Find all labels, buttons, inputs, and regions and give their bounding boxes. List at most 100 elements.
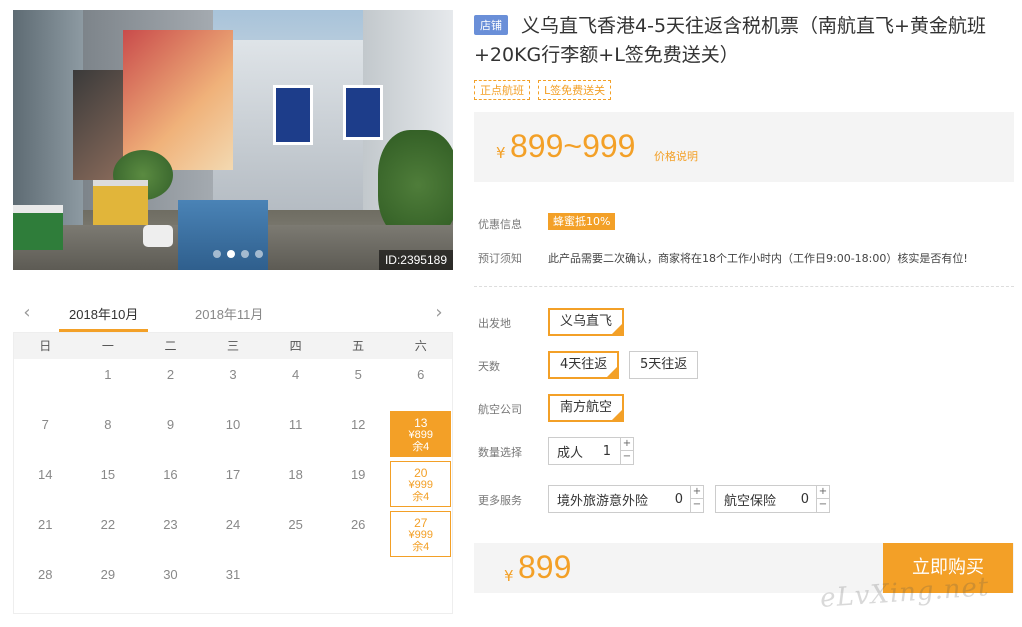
calendar-day[interactable]: 1 <box>77 359 140 409</box>
divider <box>474 286 1014 287</box>
calendar-day[interactable]: 3 <box>202 359 265 409</box>
total-amount: 899 <box>518 549 572 585</box>
calendar-day-price-box[interactable]: 27 ¥999 余4 <box>390 511 452 557</box>
tab-month-october[interactable]: 2018年10月 <box>59 304 149 332</box>
chevron-right-icon[interactable]: › <box>429 302 449 323</box>
calendar-day <box>14 359 77 409</box>
calendar-day[interactable]: 14 <box>14 459 77 509</box>
photo-tree <box>378 130 453 240</box>
service-quantity[interactable]: 0 <box>675 492 683 507</box>
airline-option[interactable]: 南方航空 <box>548 394 625 422</box>
calendar-day[interactable]: 23 <box>139 509 202 559</box>
calendar-day[interactable]: 11 <box>264 409 327 459</box>
day-price: ¥999 <box>408 479 433 491</box>
day-remaining: 余4 <box>412 441 430 453</box>
weekday-label: 三 <box>227 339 240 353</box>
departure-label: 出发地 <box>478 317 511 330</box>
calendar-day[interactable]: 9 <box>139 409 202 459</box>
airline-label: 航空公司 <box>478 403 522 416</box>
calendar-day[interactable]: 24 <box>202 509 265 559</box>
calendar-day[interactable]: 4 <box>264 359 327 409</box>
calendar-day[interactable]: 26 <box>327 509 390 559</box>
weekday-label: 六 <box>414 339 427 353</box>
plus-icon[interactable]: + <box>817 486 829 499</box>
calendar-row: 21 22 23 24 25 26 27 ¥999 余4 <box>14 509 452 559</box>
calendar-day[interactable]: 31 <box>202 559 265 609</box>
weekday-label: 日 <box>39 339 52 353</box>
plus-icon[interactable]: + <box>621 438 633 451</box>
calendar-day[interactable]: 30 <box>139 559 202 609</box>
carousel-dot[interactable] <box>241 250 249 258</box>
services-label: 更多服务 <box>478 494 522 507</box>
calendar-header: ‹ 2018年10月 2018年11月 › <box>13 296 453 332</box>
service-quantity[interactable]: 0 <box>801 492 809 507</box>
tab-month-november[interactable]: 2018年11月 <box>195 304 263 323</box>
day-remaining: 余4 <box>412 491 430 503</box>
departure-option[interactable]: 义乌直飞 <box>548 308 625 336</box>
photo-id-label: ID:2395189 <box>378 250 453 270</box>
price-box: ¥ 899~999 价格说明 <box>474 112 1014 182</box>
photo-sogo-sign <box>273 85 313 145</box>
plus-icon[interactable]: + <box>691 486 703 499</box>
calendar-day[interactable]: 16 <box>139 459 202 509</box>
price-explain-link[interactable]: 价格说明 <box>654 148 698 164</box>
calendar-day[interactable]: 12 <box>327 409 390 459</box>
product-title: 义乌直飞香港4-5天往返含税机票（南航直飞+黄金航班+20KG行李额+L签免费送… <box>474 15 986 66</box>
carousel-dots <box>213 250 263 258</box>
product-photo[interactable]: ID:2395189 <box>13 10 453 270</box>
quantity-label: 数量选择 <box>478 446 522 459</box>
photo-billboard <box>123 30 233 170</box>
discount-label: 优惠信息 <box>478 218 522 231</box>
days-option-5[interactable]: 5天往返 <box>629 351 699 379</box>
minus-icon[interactable]: − <box>621 451 633 464</box>
calendar-day[interactable]: 15 <box>77 459 140 509</box>
day-remaining: 余4 <box>412 541 430 553</box>
total-currency: ¥ <box>504 567 514 585</box>
quantity-stepper[interactable]: 成人 1 + − <box>548 437 634 465</box>
chevron-left-icon[interactable]: ‹ <box>17 302 37 323</box>
calendar-day[interactable]: 8 <box>77 409 140 459</box>
quantity-type: 成人 <box>557 445 584 461</box>
discount-badge: 蜂蜜抵10% <box>548 213 616 230</box>
calendar-day[interactable]: 29 <box>77 559 140 609</box>
calendar-day[interactable]: 18 <box>264 459 327 509</box>
calendar-day[interactable]: 10 <box>202 409 265 459</box>
calendar-day[interactable]: 5 <box>327 359 390 409</box>
quantity-value[interactable]: 1 <box>603 444 611 459</box>
calendar-row: 28 29 30 31 <box>14 559 452 609</box>
calendar-day[interactable]: 21 <box>14 509 77 559</box>
calendar-day-selected[interactable]: 13 ¥899 余4 <box>390 411 452 457</box>
flight-insurance-stepper[interactable]: 航空保险 0 + − <box>715 485 830 513</box>
weekday-label: 五 <box>352 339 365 353</box>
days-label: 天数 <box>478 360 500 373</box>
calendar-day[interactable]: 7 <box>14 409 77 459</box>
calendar-day-available[interactable]: 27 ¥999 余4 <box>389 509 452 559</box>
calendar-day[interactable]: 22 <box>77 509 140 559</box>
calendar-day[interactable]: 28 <box>14 559 77 609</box>
day-number: 20 <box>414 466 428 480</box>
notice-row: 预订须知 此产品需要二次确认，商家将在18个工作小时内（工作日9:00-18:0… <box>478 250 968 266</box>
carousel-dot[interactable] <box>255 250 263 258</box>
notice-label: 预订须知 <box>478 252 522 265</box>
service-controls: + − <box>690 485 704 513</box>
photo-car <box>143 225 173 247</box>
tag-visa: L签免费送关 <box>538 80 612 100</box>
product-tags: 正点航班 L签免费送关 <box>474 80 612 100</box>
calendar-day-available[interactable]: 13 ¥899 余4 <box>389 409 452 459</box>
photo-truck <box>178 200 268 270</box>
calendar-day[interactable]: 6 <box>389 359 452 409</box>
calendar-day[interactable]: 2 <box>139 359 202 409</box>
calendar-day-price-box[interactable]: 20 ¥999 余4 <box>390 461 452 507</box>
calendar-day-available[interactable]: 20 ¥999 余4 <box>389 459 452 509</box>
calendar-day <box>264 559 327 609</box>
travel-insurance-stepper[interactable]: 境外旅游意外险 0 + − <box>548 485 704 513</box>
minus-icon[interactable]: − <box>691 499 703 512</box>
calendar-day[interactable]: 17 <box>202 459 265 509</box>
day-number: 27 <box>414 516 428 530</box>
minus-icon[interactable]: − <box>817 499 829 512</box>
carousel-dot[interactable] <box>213 250 221 258</box>
calendar-day[interactable]: 25 <box>264 509 327 559</box>
calendar-day[interactable]: 19 <box>327 459 390 509</box>
days-option-4[interactable]: 4天往返 <box>548 351 620 379</box>
carousel-dot-active[interactable] <box>227 250 235 258</box>
